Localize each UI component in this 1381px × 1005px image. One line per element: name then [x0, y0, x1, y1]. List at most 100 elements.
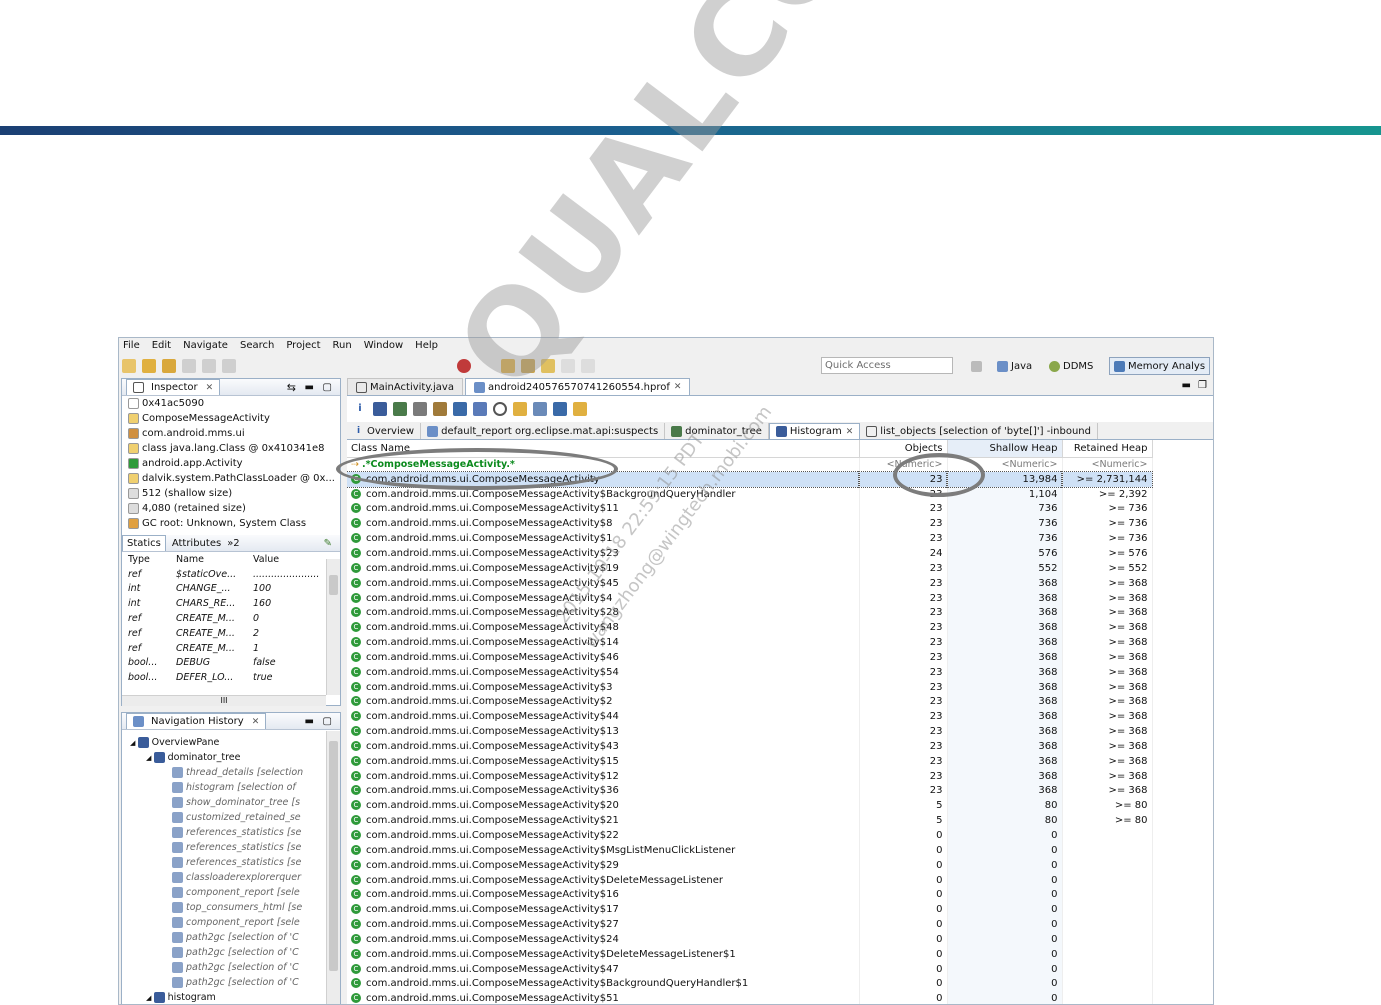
- find-object-icon[interactable]: [493, 402, 507, 416]
- table-row[interactable]: Ccom.android.mms.ui.ComposeMessageActivi…: [347, 516, 1153, 532]
- statics-row[interactable]: int CHARS_RE... 160: [122, 596, 327, 611]
- open-folder-icon[interactable]: [142, 359, 156, 373]
- open-type-icon[interactable]: [501, 359, 515, 373]
- table-row[interactable]: Ccom.android.mms.ui.ComposeMessageActivi…: [347, 828, 1153, 843]
- menu-window[interactable]: Window: [364, 340, 403, 351]
- table-row[interactable]: Ccom.android.mms.ui.ComposeMessageActivi…: [347, 976, 1153, 992]
- tab-inspector[interactable]: Inspector ✕: [126, 379, 221, 395]
- table-row[interactable]: Ccom.android.mms.ui.ComposeMessageActivi…: [347, 531, 1153, 547]
- table-row[interactable]: Ccom.android.mms.ui.ComposeMessageActivi…: [347, 620, 1153, 636]
- calculate-icon[interactable]: [533, 402, 547, 416]
- table-row[interactable]: Ccom.android.mms.ui.ComposeMessageActivi…: [347, 649, 1153, 665]
- nav-history-item[interactable]: ◢ OverviewPane: [122, 735, 340, 750]
- compare-icon[interactable]: [573, 402, 587, 416]
- inspector-row[interactable]: 4,080 (retained size): [122, 501, 340, 516]
- debug-icon[interactable]: [457, 359, 471, 373]
- table-row[interactable]: Ccom.android.mms.ui.ComposeMessageActivi…: [347, 709, 1153, 725]
- maximize-icon[interactable]: ▢: [323, 382, 332, 393]
- info-icon[interactable]: i: [353, 402, 367, 416]
- print-icon[interactable]: [222, 359, 236, 373]
- inspector-row[interactable]: com.android.mms.ui: [122, 426, 340, 441]
- new-icon[interactable]: [122, 359, 136, 373]
- inspector-row[interactable]: ComposeMessageActivity: [122, 411, 340, 426]
- search-tool-icon[interactable]: [521, 359, 535, 373]
- nav-history-item[interactable]: references_statistics [se: [122, 855, 340, 870]
- table-row[interactable]: Ccom.android.mms.ui.ComposeMessageActivi…: [347, 872, 1153, 888]
- link-icon[interactable]: ⇆: [287, 381, 296, 394]
- statics-scrollbar[interactable]: [326, 559, 340, 695]
- group-by-icon[interactable]: [513, 402, 527, 416]
- nav-history-item[interactable]: classloaderexplorerquer: [122, 870, 340, 885]
- tab-mainactivity-java[interactable]: MainActivity.java: [347, 378, 463, 395]
- table-row[interactable]: Ccom.android.mms.ui.ComposeMessageActivi…: [347, 768, 1153, 784]
- statics-row[interactable]: ref CREATE_M... 1: [122, 641, 327, 656]
- histogram-icon[interactable]: [373, 402, 387, 416]
- nav-history-item[interactable]: path2gc [selection of 'C: [122, 945, 340, 960]
- col-type[interactable]: Type: [122, 552, 170, 567]
- statics-row[interactable]: ref CREATE_M... 2: [122, 626, 327, 641]
- tab-hprof[interactable]: android240576570741260554.hprof ✕: [464, 378, 691, 395]
- table-row[interactable]: Ccom.android.mms.ui.ComposeMessageActivi…: [347, 902, 1153, 918]
- restore-icon[interactable]: ❐: [1198, 380, 1207, 391]
- perspective-java[interactable]: Java: [993, 357, 1036, 375]
- nav-history-item[interactable]: thread_details [selection: [122, 765, 340, 780]
- table-row[interactable]: Ccom.android.mms.ui.ComposeMessageActivi…: [347, 679, 1153, 695]
- tab-histogram[interactable]: Histogram ✕: [768, 423, 861, 439]
- forward-icon[interactable]: [561, 359, 575, 373]
- minimize-icon[interactable]: ▬: [305, 716, 314, 727]
- nav-history-item[interactable]: path2gc [selection of 'C: [122, 975, 340, 990]
- tab-statics[interactable]: Statics: [122, 535, 166, 551]
- table-row[interactable]: Ccom.android.mms.ui.ComposeMessageActivi…: [347, 739, 1153, 754]
- tab-list-objects[interactable]: list_objects [selection of 'byte[]'] -in…: [860, 423, 1098, 439]
- query-browser-icon[interactable]: [473, 402, 487, 416]
- menu-project[interactable]: Project: [286, 340, 320, 351]
- menu-help[interactable]: Help: [415, 340, 438, 351]
- export-icon[interactable]: [553, 402, 567, 416]
- menu-navigate[interactable]: Navigate: [183, 340, 228, 351]
- table-row[interactable]: Ccom.android.mms.ui.ComposeMessageActivi…: [347, 605, 1153, 621]
- inspector-row[interactable]: android.app.Activity: [122, 456, 340, 471]
- nav-history-item[interactable]: path2gc [selection of 'C: [122, 930, 340, 945]
- table-row[interactable]: Ccom.android.mms.ui.ComposeMessageActivi…: [347, 991, 1153, 1004]
- inspector-row[interactable]: 512 (shallow size): [122, 486, 340, 501]
- table-row[interactable]: Ccom.android.mms.ui.ComposeMessageActivi…: [347, 664, 1153, 680]
- save-all-icon[interactable]: [202, 359, 216, 373]
- table-row[interactable]: Ccom.android.mms.ui.ComposeMessageActivi…: [347, 590, 1153, 606]
- nav-history-item[interactable]: customized_retained_se: [122, 810, 340, 825]
- minimize-icon[interactable]: ▬: [1182, 380, 1191, 391]
- table-row[interactable]: Ccom.android.mms.ui.ComposeMessageActivi…: [347, 724, 1153, 740]
- table-row[interactable]: Ccom.android.mms.ui.ComposeMessageActivi…: [347, 857, 1153, 873]
- nav-history-scrollbar[interactable]: [326, 731, 340, 1004]
- menu-run[interactable]: Run: [333, 340, 352, 351]
- nav-history-item[interactable]: top_consumers_html [se: [122, 900, 340, 915]
- table-row[interactable]: Ccom.android.mms.ui.ComposeMessageActivi…: [347, 946, 1153, 962]
- close-icon[interactable]: ✕: [846, 427, 854, 437]
- inspector-row[interactable]: dalvik.system.PathClassLoader @ 0x...: [122, 471, 340, 486]
- table-row[interactable]: Ccom.android.mms.ui.ComposeMessageActivi…: [347, 961, 1153, 977]
- menu-search[interactable]: Search: [240, 340, 274, 351]
- menu-edit[interactable]: Edit: [152, 340, 171, 351]
- table-row[interactable]: Ccom.android.mms.ui.ComposeMessageActivi…: [347, 635, 1153, 650]
- quick-access-input[interactable]: Quick Access: [821, 357, 953, 374]
- inspector-row[interactable]: GC root: Unknown, System Class: [122, 516, 340, 531]
- retained-filter-input[interactable]: <Numeric>: [1062, 457, 1153, 472]
- perspective-ddms[interactable]: DDMS: [1045, 357, 1097, 375]
- nav-history-item[interactable]: references_statistics [se: [122, 825, 340, 840]
- table-row[interactable]: Ccom.android.mms.ui.ComposeMessageActivi…: [347, 546, 1153, 561]
- pin-icon[interactable]: ✎: [324, 538, 332, 549]
- tab-overview[interactable]: i Overview: [347, 423, 422, 439]
- more-tabs[interactable]: »2: [227, 538, 239, 549]
- statics-row[interactable]: int CHANGE_... 100: [122, 582, 327, 597]
- table-row[interactable]: Ccom.android.mms.ui.ComposeMessageActivi…: [347, 694, 1153, 710]
- pin-icon[interactable]: [581, 359, 595, 373]
- statics-row[interactable]: ref CREATE_M... 0: [122, 611, 327, 626]
- nav-history-item[interactable]: show_dominator_tree [s: [122, 795, 340, 810]
- maximize-icon[interactable]: ▢: [323, 716, 332, 727]
- table-row[interactable]: Ccom.android.mms.ui.ComposeMessageActivi…: [347, 813, 1153, 829]
- table-row[interactable]: Ccom.android.mms.ui.ComposeMessageActivi…: [347, 932, 1153, 947]
- tab-dominator-tree[interactable]: dominator_tree: [665, 423, 769, 439]
- back-icon[interactable]: [541, 359, 555, 373]
- run-report-icon[interactable]: [453, 402, 467, 416]
- nav-history-item[interactable]: component_report [sele: [122, 885, 340, 900]
- expand-icon[interactable]: ◢: [146, 754, 154, 762]
